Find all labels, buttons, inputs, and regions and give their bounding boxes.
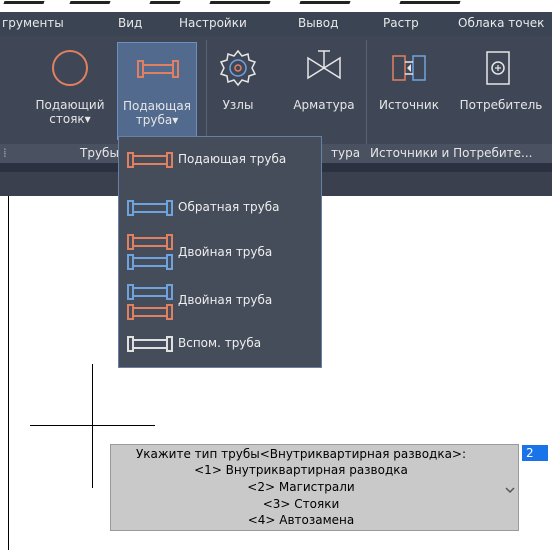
source-icon (392, 55, 426, 81)
prompt-option-2[interactable]: <2> Магистрали (111, 480, 491, 495)
valves-button[interactable]: Арматура (284, 42, 364, 140)
double-pipe-icon (127, 234, 173, 270)
double-pipe-reverse-icon (127, 284, 173, 320)
pipe-type-dropdown: Подающая труба Обратная труба Двойная тр… (118, 136, 322, 368)
crosshair-vertical (92, 364, 93, 488)
nodes-icon (219, 49, 257, 87)
nodes-button[interactable]: Узлы (210, 42, 266, 140)
menu-item-output[interactable]: Вывод (298, 16, 338, 30)
supply-pipe-label-2: труба▾ (135, 113, 179, 127)
cropped-top-band (0, 0, 552, 12)
cropped-text-stroke (209, 1, 271, 4)
dropdown-item-label: Двойная труба (178, 293, 273, 307)
supply-riser-button[interactable]: Подающий стояк▾ (30, 42, 110, 140)
circle-riser-icon (52, 50, 88, 86)
panel-title-valves: тура (331, 146, 361, 160)
menu-item-settings[interactable]: Настройки (179, 16, 247, 30)
dropdown-item-label: Двойная труба (178, 245, 273, 259)
consumer-icon (486, 51, 510, 85)
nodes-label: Узлы (222, 98, 254, 112)
cropped-text-stroke (149, 1, 181, 4)
panel-title-sources: Источники и Потребите... (370, 146, 533, 160)
dropdown-item-aux-pipe[interactable]: Вспом. труба (119, 325, 321, 367)
prompt-option-1[interactable]: <1> Внутриквартирная разводка (111, 463, 491, 478)
supply-pipe-label-1: Подающая (123, 99, 191, 113)
consumer-label: Потребитель (459, 98, 543, 112)
panel-marker: ⁞ (3, 146, 7, 160)
supply-pipe-icon (137, 60, 179, 78)
cropped-text-stroke (399, 1, 461, 4)
dropdown-item-supply-pipe[interactable]: Подающая труба (119, 139, 321, 181)
return-pipe-icon (127, 200, 173, 216)
drawing-edge-line (8, 196, 9, 550)
panel-title-pipes: Трубы (80, 146, 119, 160)
supply-riser-label-1: Подающий (35, 98, 105, 112)
cropped-text-stroke (3, 1, 45, 4)
menu-bar: грументы Вид Настройки Вывод Растр Облак… (0, 12, 552, 36)
prompt-option-4[interactable]: <4> Автозамена (111, 513, 491, 528)
consumer-button[interactable]: Потребитель (452, 42, 550, 140)
source-label: Источник (379, 98, 439, 112)
cropped-text-stroke (69, 1, 111, 4)
aux-pipe-icon (127, 336, 173, 352)
chevron-down-icon[interactable] (505, 485, 515, 495)
dropdown-item-label: Вспом. труба (178, 336, 262, 350)
prompt-option-3[interactable]: <3> Стояки (111, 497, 491, 512)
dropdown-item-label: Подающая труба (178, 152, 287, 166)
command-prompt-options[interactable]: Укажите тип трубы<Внутриквартирная разво… (110, 444, 519, 531)
dropdown-item-return-pipe[interactable]: Обратная труба (119, 187, 321, 229)
supply-riser-label-2: стояк▾ (49, 112, 91, 126)
cropped-text-stroke (299, 1, 351, 4)
command-input-badge[interactable]: 2 (522, 445, 548, 461)
menu-item-point-clouds[interactable]: Облака точек (458, 16, 544, 30)
prompt-question: Укажите тип трубы<Внутриквартирная разво… (135, 447, 467, 461)
source-button[interactable]: Источник (368, 42, 450, 140)
supply-pipe-button[interactable]: Подающая труба▾ (117, 42, 197, 140)
dropdown-item-double-pipe[interactable]: Двойная труба (119, 229, 321, 277)
menu-item-raster[interactable]: Растр (383, 16, 419, 30)
valves-label: Арматура (293, 98, 355, 112)
supply-pipe-icon (127, 152, 173, 168)
dropdown-item-double-pipe-reverse[interactable]: Двойная труба (119, 279, 321, 327)
menu-item-view[interactable]: Вид (118, 16, 142, 30)
valve-icon (307, 50, 341, 80)
dropdown-item-label: Обратная труба (178, 200, 280, 214)
menu-item-tools[interactable]: грументы (2, 16, 64, 30)
